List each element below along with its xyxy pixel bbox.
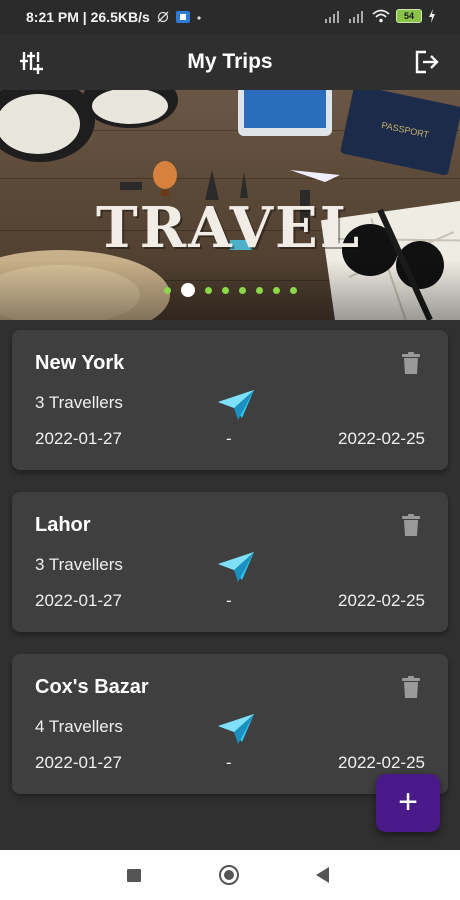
date-separator: - [226,753,232,772]
status-bar: 8:21 PM | 26.5KB/s 54 [0,0,460,34]
app-notification-icon [175,11,190,23]
end-date: 2022-02-25 [338,429,425,448]
page-title: My Trips [187,50,273,73]
charging-icon [429,9,435,23]
carousel-dot[interactable] [163,286,171,294]
trash-icon[interactable] [402,514,420,536]
app-bar: My Trips [0,34,460,90]
system-nav-bar [0,850,460,900]
dot-icon [196,11,202,23]
carousel-dot[interactable] [255,286,263,294]
end-date: 2022-02-25 [338,591,425,610]
travel-word: TRAVEL [96,195,362,261]
trash-icon[interactable] [402,676,420,698]
alarm-off-icon [157,11,169,23]
carousel-dot[interactable] [221,286,229,294]
battery-icon: 54 [396,9,422,23]
wifi-icon [372,9,390,23]
carousel-dot-active[interactable] [180,283,195,297]
start-date: 2022-01-27 [35,429,122,448]
carousel-dot[interactable] [272,286,280,294]
trip-name: Cox's Bazar [35,676,149,698]
travellers-count: 3 Travellers [35,393,123,412]
start-date: 2022-01-27 [35,753,122,772]
carousel-indicator [0,283,460,297]
banner-carousel[interactable]: PASSPORT TRAVEL [0,90,460,320]
signal-icon [325,11,339,23]
trip-card[interactable]: Lahor 3 Travellers 2022-01-27 - 2022-02-25 [12,492,448,632]
status-time: 8:21 PM | 26.5KB/s [26,9,150,25]
start-date: 2022-01-27 [35,591,122,610]
carousel-dot[interactable] [204,286,212,294]
end-date: 2022-02-25 [338,753,425,772]
home-icon[interactable] [219,865,239,885]
paper-plane-icon [218,552,254,582]
carousel-dot[interactable] [289,286,297,294]
trip-card[interactable]: New York 3 Travellers 2022-01-27 - 2022-02-2… [12,330,448,470]
back-icon[interactable] [316,867,329,883]
paper-plane-icon [218,714,254,744]
carousel-dot[interactable] [238,286,246,294]
travellers-count: 4 Travellers [35,717,123,736]
trip-name: New York [35,352,125,374]
recents-icon[interactable] [127,869,141,882]
paper-plane-icon [218,390,254,420]
sliders-icon[interactable] [20,50,46,74]
date-separator: - [226,429,232,448]
logout-icon[interactable] [414,50,440,74]
trip-card[interactable]: Cox's Bazar 4 Travellers 2022-01-27 - 2022-0… [12,654,448,794]
signal-icon [349,11,363,23]
trip-name: Lahor [35,514,91,536]
trash-icon[interactable] [402,352,420,374]
travellers-count: 3 Travellers [35,555,123,574]
plus-icon: + [398,783,418,821]
add-trip-button[interactable]: + [376,774,440,832]
date-separator: - [226,591,232,610]
